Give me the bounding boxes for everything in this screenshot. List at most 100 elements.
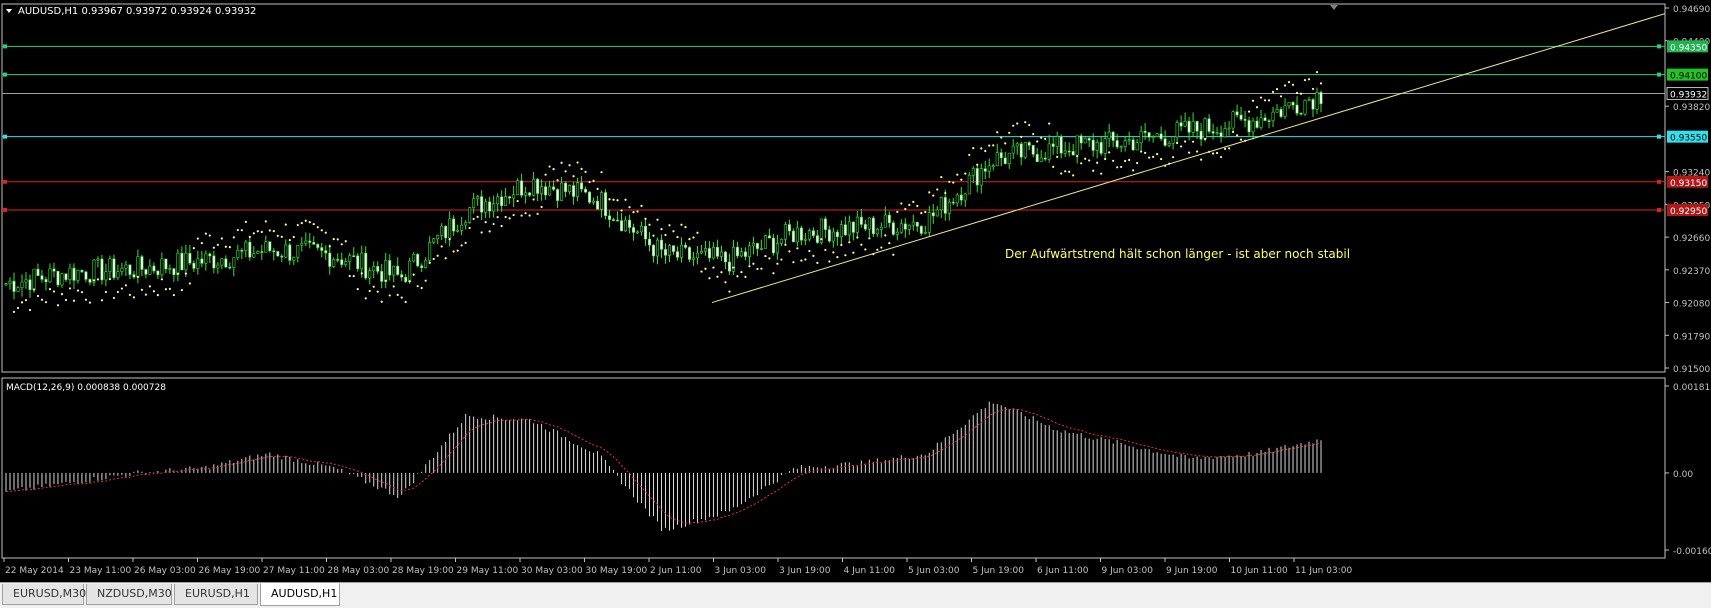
- candle-body: [464, 222, 468, 226]
- candle-body: [1083, 138, 1087, 144]
- candle-body: [192, 262, 196, 269]
- sar-dot: [1184, 140, 1187, 143]
- sar-dot: [152, 290, 155, 293]
- sar-dot: [136, 275, 139, 278]
- symbol-header: AUDUSD,H1 0.93967 0.93972 0.93924 0.9393…: [18, 6, 256, 17]
- tab-audusd-h1[interactable]: AUDUSD,H1: [260, 583, 340, 606]
- shift-marker-icon[interactable]: [1330, 5, 1338, 10]
- level-handle[interactable]: [3, 134, 7, 139]
- sar-dot: [56, 304, 60, 307]
- level-handle[interactable]: [1657, 179, 1661, 184]
- level-handle[interactable]: [1657, 208, 1661, 213]
- sar-dot: [548, 165, 551, 168]
- candle-body: [616, 219, 620, 222]
- sar-dot: [992, 144, 995, 147]
- level-handle[interactable]: [3, 208, 7, 213]
- level-handle[interactable]: [3, 179, 7, 184]
- candle-body: [348, 255, 352, 262]
- tab-eurusd-m30[interactable]: EURUSD,M30: [2, 584, 86, 605]
- candle-body: [244, 241, 248, 251]
- candle-body: [432, 238, 436, 243]
- candle-body: [1219, 132, 1223, 138]
- time-tick-label: 3 Jun 03:00: [715, 566, 767, 576]
- sar-dot: [1024, 121, 1027, 124]
- candle-body: [831, 231, 835, 242]
- sar-dot: [620, 209, 623, 212]
- tab-nzdusd-m30[interactable]: NZDUSD,M30: [86, 584, 172, 605]
- sar-dot: [400, 296, 403, 299]
- candle-body: [1099, 142, 1103, 154]
- candle-body: [927, 212, 931, 233]
- sar-dot: [396, 293, 399, 296]
- sar-dot: [884, 234, 887, 237]
- sar-dot: [280, 235, 283, 238]
- level-price-label: 0.94100: [1670, 72, 1707, 82]
- candle-body: [1279, 109, 1283, 117]
- sar-dot: [276, 234, 279, 237]
- sar-dot: [980, 147, 983, 150]
- candle-body: [256, 251, 260, 254]
- candle-body: [456, 230, 460, 232]
- candle-body: [911, 221, 915, 226]
- candle-body: [839, 224, 843, 238]
- candle-body: [472, 198, 476, 208]
- candle-body: [903, 223, 907, 230]
- candle-body: [1223, 128, 1227, 138]
- candle-body: [4, 283, 8, 285]
- sar-dot: [932, 194, 935, 197]
- sar-dot: [140, 288, 143, 291]
- sar-dot: [876, 248, 879, 251]
- chart-tabs: EURUSD,M30 NZDUSD,M30 EURUSD,H1 AUDUSD,H…: [0, 582, 1711, 608]
- tab-eurusd-h1[interactable]: EURUSD,H1: [174, 584, 258, 605]
- level-price-label: 0.94350: [1670, 43, 1707, 53]
- level-handle[interactable]: [1657, 44, 1661, 49]
- candle-body: [84, 271, 88, 280]
- level-handle[interactable]: [1657, 134, 1661, 139]
- level-handle[interactable]: [1657, 72, 1661, 77]
- candle-body: [508, 196, 512, 199]
- sar-dot: [1036, 140, 1039, 143]
- candle-body: [671, 245, 675, 252]
- level-handle[interactable]: [3, 72, 7, 77]
- dropdown-triangle-icon[interactable]: [6, 9, 12, 13]
- sar-dot: [508, 217, 511, 220]
- sar-dot: [920, 212, 923, 215]
- candle-body: [1255, 120, 1259, 128]
- sar-dot: [352, 274, 355, 278]
- candle-body: [368, 270, 372, 279]
- chart-area[interactable]: 0.946900.944000.938200.932400.929500.926…: [0, 0, 1711, 582]
- candle-body: [64, 273, 68, 280]
- level-price-label: 0.93550: [1670, 134, 1707, 144]
- candle-body: [1271, 111, 1275, 121]
- sar-dot: [596, 187, 599, 190]
- sar-dot: [784, 243, 787, 246]
- sar-dot: [1223, 147, 1227, 150]
- candle-body: [628, 219, 632, 228]
- candle-body: [632, 227, 636, 233]
- candle-body: [336, 259, 340, 261]
- sar-dot: [364, 297, 367, 300]
- sar-dot: [1060, 172, 1063, 175]
- sar-dot: [972, 147, 975, 150]
- candle-body: [484, 201, 488, 213]
- candle-body: [1179, 122, 1183, 127]
- level-handle[interactable]: [3, 44, 7, 49]
- sar-dot: [1211, 152, 1215, 155]
- sar-dot: [1112, 159, 1115, 162]
- sar-dot: [1160, 157, 1163, 161]
- candle-body: [703, 248, 707, 252]
- sar-dot: [1080, 162, 1083, 165]
- candle-body: [420, 265, 424, 269]
- sar-dot: [328, 245, 331, 248]
- sar-dot: [1235, 134, 1239, 137]
- sar-dot: [208, 234, 211, 237]
- sar-dot: [520, 214, 523, 217]
- sar-dot: [340, 243, 343, 246]
- macd-header: MACD(12,26,9) 0.000838 0.000728: [6, 383, 166, 393]
- candle-body: [588, 191, 592, 203]
- candle-body: [388, 260, 392, 276]
- sar-dot: [296, 223, 299, 227]
- candle-body: [200, 258, 204, 264]
- candle-body: [1123, 140, 1127, 147]
- sar-dot: [600, 171, 603, 174]
